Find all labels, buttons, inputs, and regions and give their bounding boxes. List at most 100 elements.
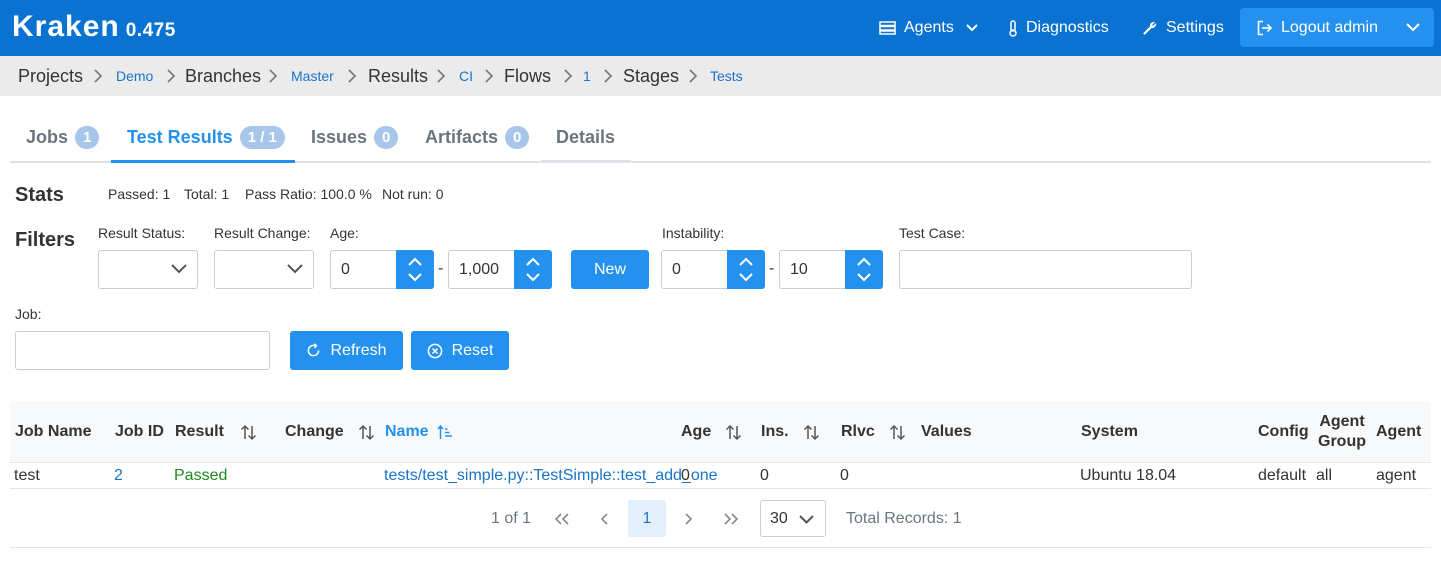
row-divider	[10, 488, 1431, 489]
new-button[interactable]: New	[571, 250, 649, 289]
tab-test-results[interactable]: Test Results 1 / 1	[127, 112, 285, 162]
breadcrumb-project-link[interactable]: Demo	[116, 56, 153, 96]
cell-job-name: test	[14, 466, 40, 484]
last-page-button[interactable]	[713, 500, 749, 537]
breadcrumb-flow-link[interactable]: 1	[583, 56, 591, 96]
next-page-button[interactable]	[670, 500, 706, 537]
refresh-button[interactable]: Refresh	[290, 331, 403, 370]
sort-icon[interactable]	[240, 424, 257, 441]
column-header-config: Config	[1258, 401, 1309, 463]
result-status-label: Result Status:	[98, 225, 186, 241]
sort-icon[interactable]	[725, 424, 742, 441]
agents-label: Agents	[904, 19, 954, 36]
chevron-down-icon[interactable]	[857, 273, 871, 282]
stat-not-run: Not run: 0	[382, 186, 444, 202]
column-header-result[interactable]: Result	[175, 401, 257, 463]
sort-icon[interactable]	[889, 424, 906, 441]
total-records: Total Records: 1	[846, 509, 962, 527]
sort-icon[interactable]	[358, 424, 375, 441]
tab-details-underline	[541, 160, 631, 163]
breadcrumb-stage-link[interactable]: Tests	[710, 56, 743, 96]
test-case-label: Test Case:	[899, 225, 966, 241]
tab-label: Artifacts	[425, 126, 499, 147]
tab-details[interactable]: Details	[556, 112, 615, 162]
breadcrumb-branch-link[interactable]: Master	[291, 56, 334, 96]
column-label: Change	[285, 423, 344, 440]
stat-passed: Passed: 1	[108, 186, 171, 202]
chevron-left-icon	[600, 512, 608, 525]
cell-agent-group: all	[1316, 466, 1333, 484]
column-header-agent: Agent	[1376, 401, 1421, 463]
age-to-input[interactable]: 1,000	[448, 250, 518, 289]
chevrons-left-icon	[554, 512, 569, 525]
chevron-down-icon[interactable]	[1406, 23, 1420, 32]
chevron-right-icon	[564, 69, 573, 83]
cell-job-id-link[interactable]: 2	[114, 463, 123, 488]
reset-button[interactable]: Reset	[411, 331, 509, 370]
chevron-up-icon[interactable]	[408, 257, 422, 266]
tab-jobs[interactable]: Jobs 1	[26, 112, 100, 162]
chevron-down-icon[interactable]	[526, 273, 540, 282]
chevron-down-icon[interactable]	[408, 273, 422, 282]
chevron-down-icon[interactable]	[739, 273, 753, 282]
prev-page-button[interactable]	[586, 500, 622, 537]
column-label: Age	[681, 423, 712, 440]
age-from-input[interactable]: 0	[330, 250, 400, 289]
chevron-up-icon[interactable]	[526, 257, 540, 266]
result-status-select[interactable]	[98, 250, 198, 289]
breadcrumb-results-link[interactable]: CI	[459, 56, 473, 96]
sort-icon[interactable]	[803, 424, 820, 441]
close-circle-icon	[427, 343, 442, 358]
sort-amount-up-icon[interactable]	[437, 424, 453, 440]
cell-test-name-link[interactable]: tests/test_simple.py::TestSimple::test_a…	[384, 463, 718, 488]
top-navbar: Kraken 0.475 Agents Diagnostics Settings …	[0, 0, 1441, 56]
chevron-right-icon	[485, 69, 494, 83]
instability-to-stepper[interactable]	[845, 250, 883, 289]
chevrons-right-icon	[724, 512, 739, 525]
age-from-stepper[interactable]	[396, 250, 434, 289]
chevron-up-icon[interactable]	[857, 257, 871, 266]
tab-issues[interactable]: Issues 0	[311, 112, 399, 162]
cell-system: Ubuntu 18.04	[1080, 466, 1177, 484]
job-input[interactable]	[15, 331, 270, 370]
diagnostics-link[interactable]: Diagnostics	[1008, 0, 1109, 56]
column-header-instability[interactable]: Ins.	[761, 401, 820, 463]
tab-artifacts[interactable]: Artifacts 0	[425, 112, 530, 162]
chevron-right-icon	[94, 69, 103, 83]
count-badge: 0	[505, 125, 530, 149]
column-header-age[interactable]: Age	[681, 401, 742, 463]
logout-button[interactable]: Logout admin	[1240, 8, 1434, 47]
age-label: Age:	[330, 225, 359, 241]
first-page-button[interactable]	[544, 500, 580, 537]
range-dash: -	[438, 260, 444, 277]
cell-relevancy: 0	[840, 466, 849, 484]
chevron-up-icon[interactable]	[739, 257, 753, 266]
instability-to-input[interactable]: 10	[779, 250, 849, 289]
diagnostics-label: Diagnostics	[1026, 19, 1109, 36]
column-label: Job ID	[115, 423, 164, 440]
column-header-name[interactable]: Name	[385, 401, 453, 463]
settings-link[interactable]: Settings	[1142, 0, 1224, 56]
column-header-change[interactable]: Change	[285, 401, 375, 463]
page-button-current[interactable]: 1	[628, 500, 666, 537]
column-label: Values	[921, 423, 972, 440]
tab-label: Test Results	[127, 126, 233, 147]
agents-menu[interactable]: Agents	[879, 0, 978, 56]
thermometer-icon	[1009, 19, 1017, 37]
app-logo[interactable]: Kraken 0.475	[12, 10, 176, 48]
result-change-select[interactable]	[214, 250, 314, 289]
test-case-input[interactable]	[899, 250, 1192, 289]
age-to-stepper[interactable]	[514, 250, 552, 289]
column-header-relevancy[interactable]: Rlvc	[841, 401, 906, 463]
page-info: 1 of 1	[490, 509, 532, 527]
rows-per-page-select[interactable]: 30	[760, 500, 826, 537]
column-label: Agent	[1376, 423, 1422, 440]
column-label: Job Name	[15, 423, 92, 440]
breadcrumb-branches: Branches	[185, 65, 262, 86]
instability-from-input[interactable]: 0	[661, 250, 731, 289]
tab-label: Jobs	[26, 126, 69, 147]
column-label: Agent Group	[1318, 413, 1366, 450]
new-button-label: New	[593, 260, 626, 278]
instability-from-stepper[interactable]	[727, 250, 765, 289]
app-version: 0.475	[125, 20, 176, 41]
